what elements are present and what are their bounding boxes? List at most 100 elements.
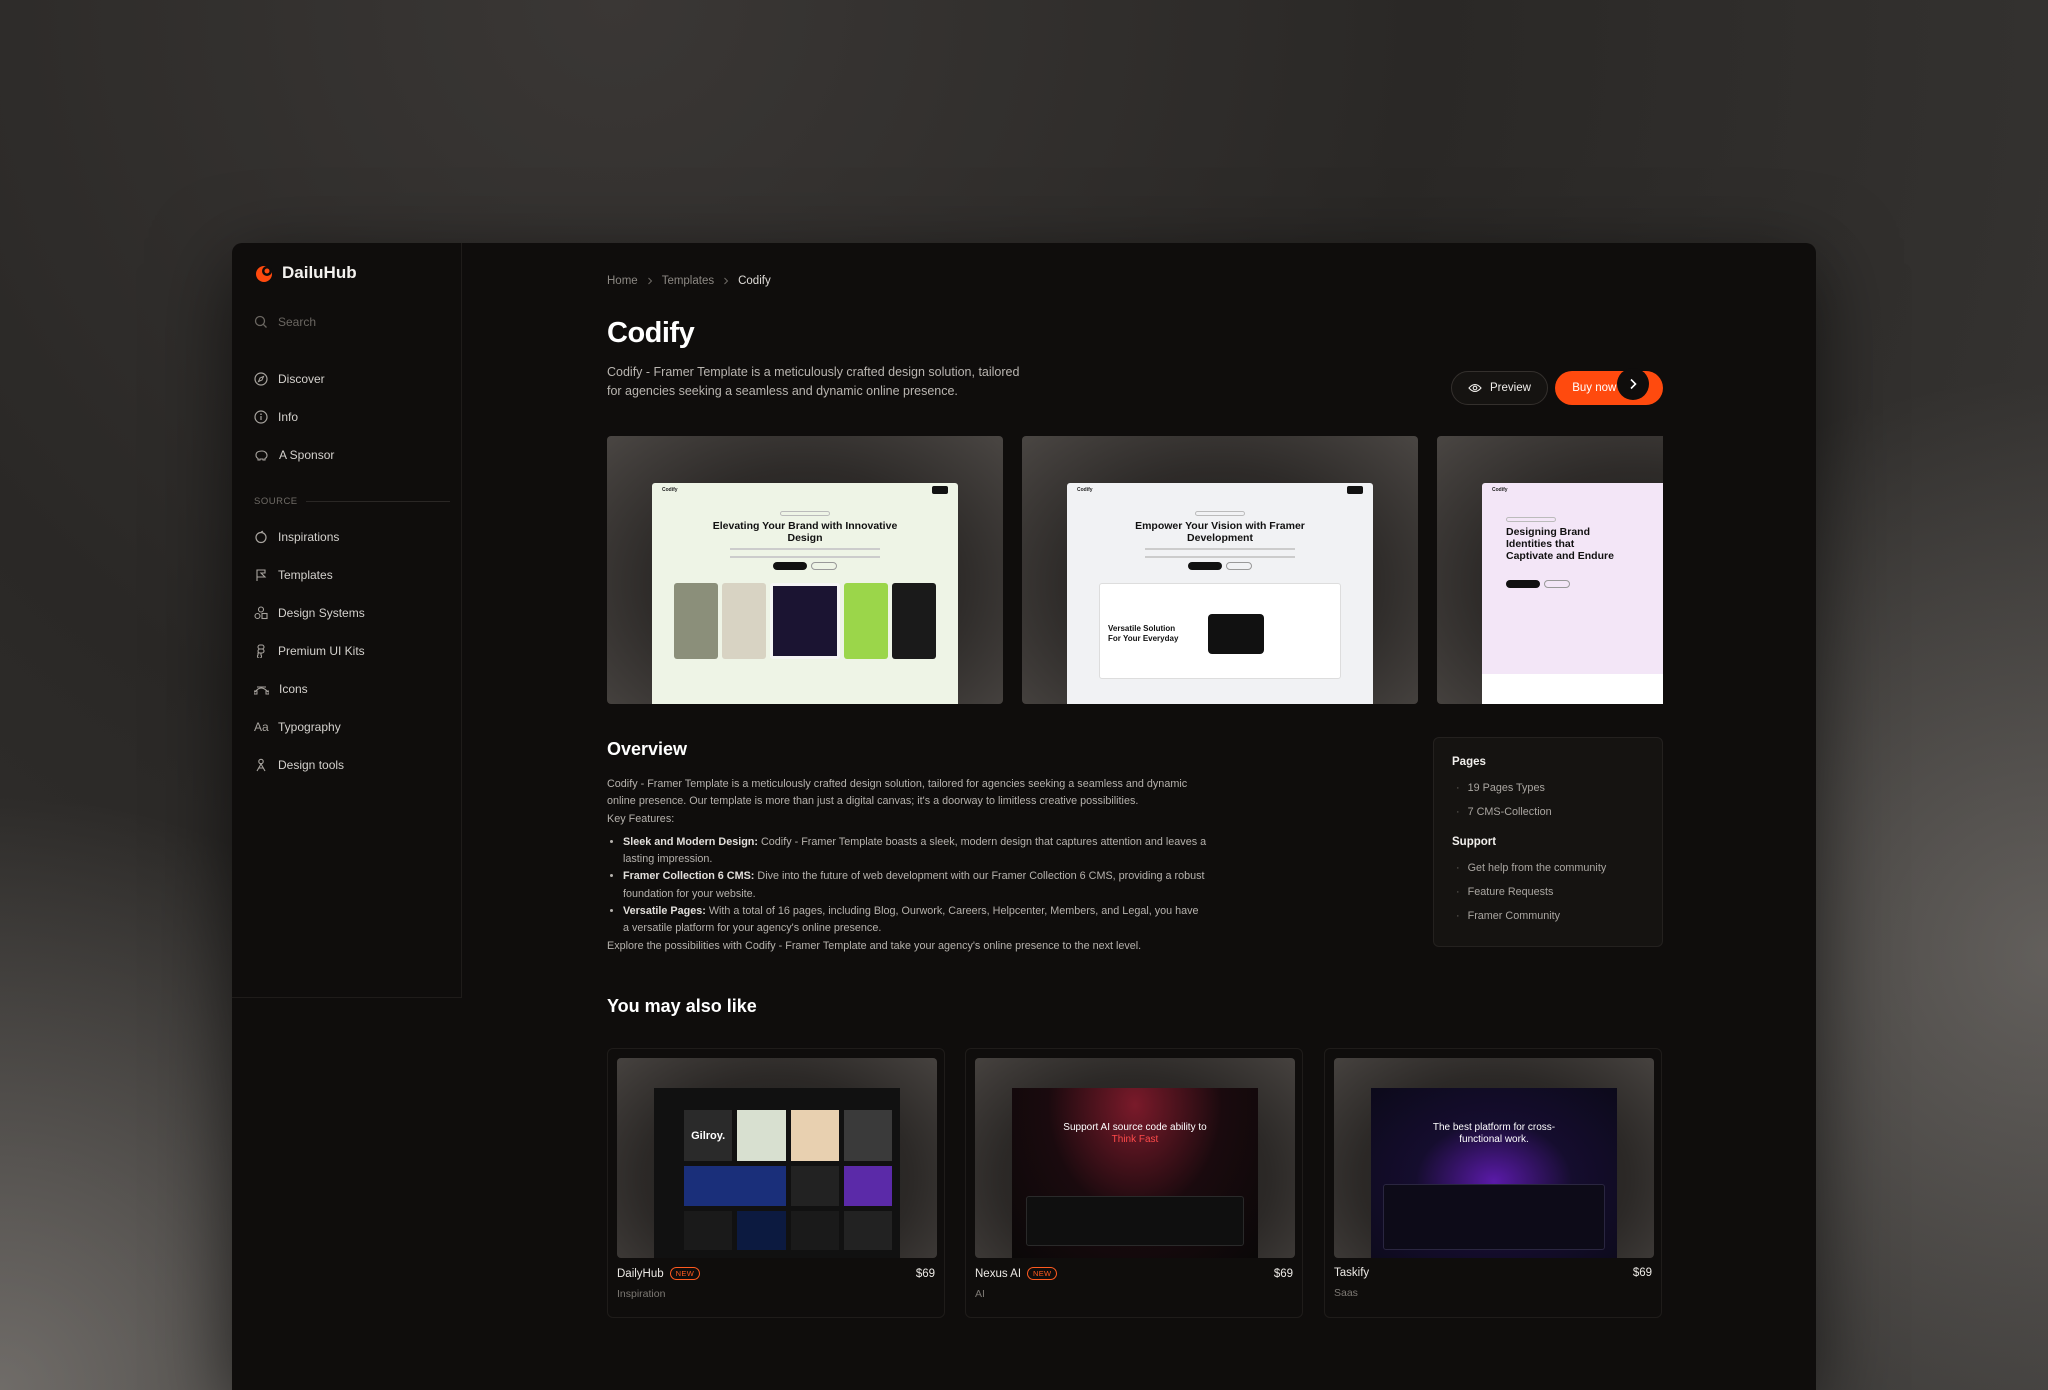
thumbnail-text: The best platform for cross-functional w… xyxy=(1432,1122,1556,1145)
bulb-icon xyxy=(255,530,267,544)
type-icon: Aa xyxy=(254,720,269,734)
slide-heading: Empower Your Vision with Framer Developm… xyxy=(1135,520,1305,544)
template-thumbnail: Gilroy. xyxy=(617,1058,937,1258)
nav-label: Templates xyxy=(278,568,333,582)
nav-label: Design tools xyxy=(278,758,345,772)
source-nav: Inspirations Templates Design Systems Pr… xyxy=(254,518,444,784)
pages-item: 7 CMS-Collection xyxy=(1452,800,1644,824)
pen-tool-icon xyxy=(254,686,269,695)
gallery-slide[interactable]: Codify Empower Your Vision with Framer D… xyxy=(1022,436,1418,704)
slide-subheading: Versatile Solution For Your Everyday xyxy=(1108,624,1179,643)
nav-item-typography[interactable]: Aa Typography xyxy=(254,708,444,746)
compass-icon xyxy=(254,372,268,386)
preview-button[interactable]: Preview xyxy=(1451,371,1548,405)
brand-logo[interactable]: DailuHub xyxy=(254,263,357,283)
brand-name: DailuHub xyxy=(282,263,357,282)
slide-preview: Codify Elevating Your Brand with Innovat… xyxy=(652,483,958,704)
feature-title: Sleek and Modern Design: xyxy=(623,835,758,848)
template-name: Nexus AI xyxy=(975,1267,1022,1280)
support-link[interactable]: Get help from the community xyxy=(1452,856,1644,880)
info-card: Pages 19 Pages Types 7 CMS-Collection Su… xyxy=(1433,737,1663,947)
template-thumbnail: Support AI source code ability to Think … xyxy=(975,1058,1295,1258)
source-label-text: SOURCE xyxy=(254,496,298,507)
nav-label: Icons xyxy=(279,682,308,696)
nav-item-icons[interactable]: Icons xyxy=(254,670,444,708)
nav-label: Inspirations xyxy=(278,530,340,544)
thumbnail-text: Gilroy. xyxy=(684,1110,733,1162)
feature-item: Sleek and Modern Design: Codify - Framer… xyxy=(623,834,1207,869)
new-badge: NEW xyxy=(1027,1267,1058,1280)
thumbnail-accent: Think Fast xyxy=(1111,1134,1159,1145)
pages-title: Pages xyxy=(1452,756,1486,768)
nav-item-discover[interactable]: Discover xyxy=(254,360,444,398)
tools-icon xyxy=(256,758,266,772)
mini-brand: Codify xyxy=(1077,487,1093,493)
source-section-label: SOURCE xyxy=(254,496,450,507)
overview-body: Codify - Framer Template is a meticulous… xyxy=(607,776,1207,955)
nav-label: Discover xyxy=(278,372,325,386)
template-category: Inspiration xyxy=(617,1288,666,1300)
logo-icon xyxy=(254,263,274,283)
template-price: $69 xyxy=(1273,1267,1293,1280)
breadcrumb-templates[interactable]: Templates xyxy=(662,275,714,287)
nav-item-design-tools[interactable]: Design tools xyxy=(254,746,444,784)
template-name: Taskify xyxy=(1334,1267,1370,1279)
support-link[interactable]: Framer Community xyxy=(1452,904,1644,928)
screenshot-gallery: Codify Elevating Your Brand with Innovat… xyxy=(607,436,1663,704)
template-category: Saas xyxy=(1334,1287,1358,1299)
nav-label: Design Systems xyxy=(278,606,365,620)
gallery-slide[interactable]: Codify Elevating Your Brand with Innovat… xyxy=(607,436,1003,704)
slide-heading: Designing Brand Identities that Captivat… xyxy=(1506,526,1614,562)
search-placeholder: Search xyxy=(278,315,317,329)
gallery-next-button[interactable] xyxy=(1617,368,1649,400)
nav-item-templates[interactable]: Templates xyxy=(254,556,444,594)
nav-label: Premium UI Kits xyxy=(278,644,365,658)
related-templates: Gilroy. DailyHub NEW $69 Inspiration Supp… xyxy=(607,1048,1667,1318)
template-card[interactable]: The best platform for cross-functional w… xyxy=(1324,1048,1662,1318)
gallery-slide[interactable]: Codify Designing Brand Identities that C… xyxy=(1437,436,1663,704)
product-description: Codify - Framer Template is a meticulous… xyxy=(607,365,1020,398)
slide-preview: Codify Empower Your Vision with Framer D… xyxy=(1067,483,1373,704)
nav-item-info[interactable]: Info xyxy=(254,398,444,436)
support-link[interactable]: Feature Requests xyxy=(1452,880,1644,904)
slide-preview: Codify Designing Brand Identities that C… xyxy=(1482,483,1663,704)
figma-icon xyxy=(256,644,265,658)
piggy-bank-icon xyxy=(255,450,268,461)
template-category: AI xyxy=(975,1288,985,1300)
primary-nav: Discover Info A Sponsor xyxy=(254,360,444,474)
mini-brand: Codify xyxy=(662,487,678,493)
search-icon xyxy=(254,315,267,328)
sidebar: DailuHub Search Discover Info A Sponsor … xyxy=(232,243,462,998)
chevron-right-icon xyxy=(724,277,729,285)
template-price: $69 xyxy=(915,1267,935,1280)
overview-title: Overview xyxy=(607,739,688,759)
nav-item-sponsor[interactable]: A Sponsor xyxy=(254,436,444,474)
pages-item: 19 Pages Types xyxy=(1452,776,1644,800)
template-name: DailyHub xyxy=(617,1267,664,1280)
nav-item-design-systems[interactable]: Design Systems xyxy=(254,594,444,632)
overview-intro: Codify - Framer Template is a meticulous… xyxy=(607,778,1188,808)
app-window: DailuHub Search Discover Info A Sponsor … xyxy=(232,243,1816,1390)
chevron-right-icon xyxy=(1630,378,1637,390)
breadcrumb-current: Codify xyxy=(738,275,771,287)
breadcrumb-home[interactable]: Home xyxy=(607,275,638,287)
nav-label: Typography xyxy=(278,720,341,734)
search-input[interactable]: Search xyxy=(254,315,316,329)
new-badge: NEW xyxy=(669,1267,701,1280)
template-card[interactable]: Support AI source code ability to Think … xyxy=(965,1048,1303,1318)
nav-item-premium-ui-kits[interactable]: Premium UI Kits xyxy=(254,632,444,670)
breadcrumb: Home Templates Codify xyxy=(607,275,771,287)
nav-item-inspirations[interactable]: Inspirations xyxy=(254,518,444,556)
feature-item: Versatile Pages: With a total of 16 page… xyxy=(623,903,1207,938)
template-card[interactable]: Gilroy. DailyHub NEW $69 Inspiration xyxy=(607,1048,945,1318)
chevron-right-icon xyxy=(647,277,652,285)
page-title: Codify xyxy=(607,317,695,349)
template-thumbnail: The best platform for cross-functional w… xyxy=(1334,1058,1654,1258)
nav-label: Info xyxy=(278,410,299,424)
feature-title: Framer Collection 6 CMS: xyxy=(623,870,755,883)
feature-text: With a total of 16 pages, including Blog… xyxy=(623,905,1199,935)
overview-outro: Explore the possibilities with Codify - … xyxy=(607,939,1142,952)
template-icon xyxy=(256,569,267,581)
slide-heading: Elevating Your Brand with Innovative Des… xyxy=(712,520,898,544)
feature-list: Sleek and Modern Design: Codify - Framer… xyxy=(607,834,1207,938)
